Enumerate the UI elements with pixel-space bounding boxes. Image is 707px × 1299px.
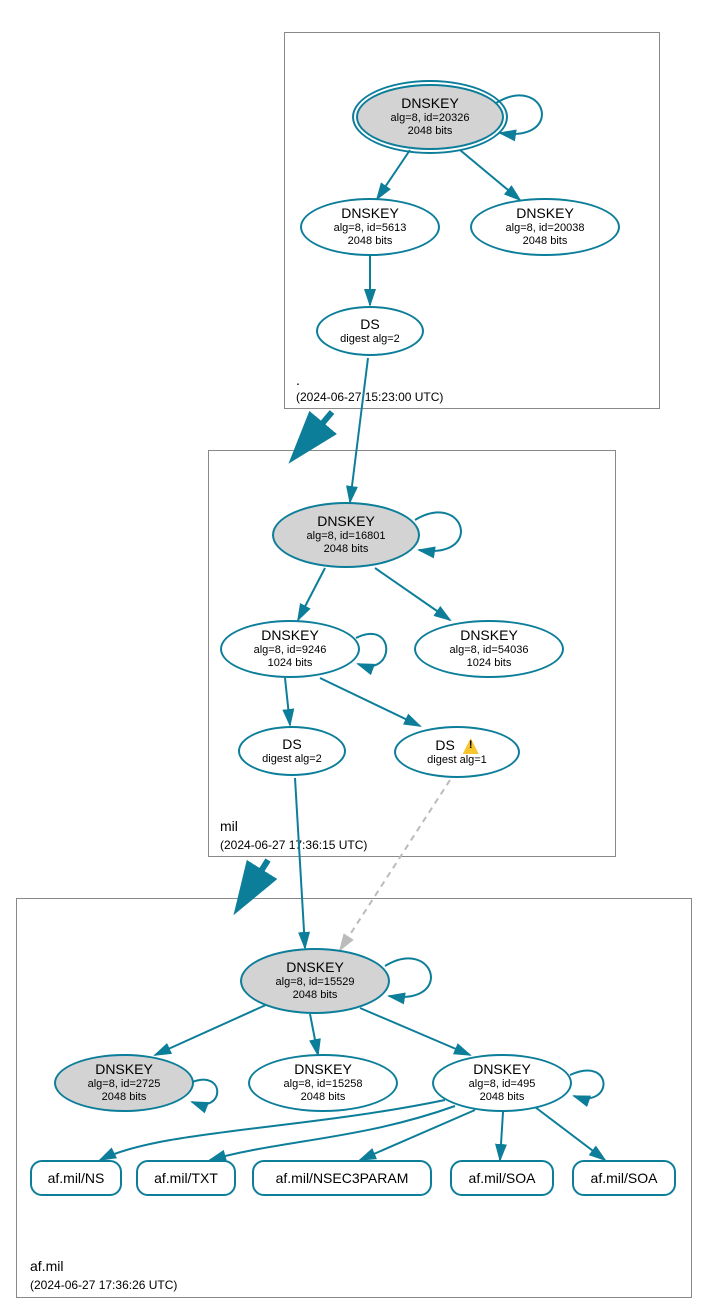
node-title: DNSKEY — [516, 205, 574, 222]
node-alg: alg=8, id=54036 — [450, 644, 529, 657]
node-title: DS — [360, 316, 379, 333]
node-bits: 2048 bits — [324, 543, 369, 556]
node-title: DS — [282, 736, 301, 753]
node-title: DNSKEY — [95, 1061, 153, 1078]
node-sub: digest alg=2 — [340, 333, 400, 346]
node-bits: 2048 bits — [523, 235, 568, 248]
node-rr-soa2: af.mil/SOA — [572, 1160, 676, 1196]
node-title: DNSKEY — [294, 1061, 352, 1078]
node-root-zsk1: DNSKEY alg=8, id=5613 2048 bits — [300, 198, 440, 256]
node-title: DS — [435, 737, 478, 754]
node-title: DNSKEY — [473, 1061, 531, 1078]
node-alg: alg=8, id=16801 — [307, 530, 386, 543]
node-alg: alg=8, id=9246 — [254, 644, 327, 657]
node-rr-ns: af.mil/NS — [30, 1160, 122, 1196]
node-rr-txt: af.mil/TXT — [136, 1160, 236, 1196]
node-af-k2: DNSKEY alg=8, id=2725 2048 bits — [54, 1054, 194, 1112]
node-bits: 1024 bits — [268, 657, 313, 670]
node-title: DNSKEY — [317, 513, 375, 530]
node-title: af.mil/SOA — [469, 1170, 536, 1187]
node-title: DNSKEY — [401, 95, 459, 112]
node-sub: digest alg=2 — [262, 753, 322, 766]
node-mil-ds2: DS digest alg=1 — [394, 726, 520, 778]
zone-mil-label: mil — [220, 818, 238, 834]
node-alg: alg=8, id=2725 — [88, 1078, 161, 1091]
zone-afmil-date: (2024-06-27 17:36:26 UTC) — [30, 1278, 177, 1292]
node-root-ksk: DNSKEY alg=8, id=20326 2048 bits — [356, 84, 504, 150]
node-rr-soa1: af.mil/SOA — [450, 1160, 554, 1196]
node-alg: alg=8, id=5613 — [334, 222, 407, 235]
node-alg: alg=8, id=20326 — [391, 112, 470, 125]
node-alg: alg=8, id=20038 — [506, 222, 585, 235]
node-title: DNSKEY — [286, 959, 344, 976]
node-bits: 2048 bits — [348, 235, 393, 248]
node-mil-zsk2: DNSKEY alg=8, id=54036 1024 bits — [414, 620, 564, 678]
warning-icon — [463, 738, 479, 754]
node-af-k4: DNSKEY alg=8, id=495 2048 bits — [432, 1054, 572, 1112]
node-alg: alg=8, id=15258 — [284, 1078, 363, 1091]
node-title: DNSKEY — [261, 627, 319, 644]
zone-afmil-label: af.mil — [30, 1258, 63, 1274]
node-title: af.mil/NSEC3PARAM — [276, 1170, 409, 1187]
node-af-k3: DNSKEY alg=8, id=15258 2048 bits — [248, 1054, 398, 1112]
node-alg: alg=8, id=495 — [469, 1078, 536, 1091]
node-bits: 2048 bits — [293, 989, 338, 1002]
node-bits: 2048 bits — [102, 1091, 147, 1104]
node-alg: alg=8, id=15529 — [276, 976, 355, 989]
node-sub: digest alg=1 — [427, 754, 487, 767]
zone-root-date: (2024-06-27 15:23:00 UTC) — [296, 390, 443, 404]
zone-mil-date: (2024-06-27 17:36:15 UTC) — [220, 838, 367, 852]
node-mil-ksk: DNSKEY alg=8, id=16801 2048 bits — [272, 502, 420, 568]
node-title: af.mil/NS — [48, 1170, 105, 1187]
node-bits: 2048 bits — [480, 1091, 525, 1104]
ds-label: DS — [435, 737, 454, 753]
node-rr-nsec: af.mil/NSEC3PARAM — [252, 1160, 432, 1196]
node-af-ksk: DNSKEY alg=8, id=15529 2048 bits — [240, 948, 390, 1014]
node-root-ds: DS digest alg=2 — [316, 306, 424, 356]
node-mil-ds1: DS digest alg=2 — [238, 726, 346, 776]
node-title: af.mil/SOA — [591, 1170, 658, 1187]
node-mil-zsk1: DNSKEY alg=8, id=9246 1024 bits — [220, 620, 360, 678]
node-title: af.mil/TXT — [154, 1170, 218, 1187]
node-title: DNSKEY — [341, 205, 399, 222]
node-bits: 2048 bits — [301, 1091, 346, 1104]
node-root-zsk2: DNSKEY alg=8, id=20038 2048 bits — [470, 198, 620, 256]
node-title: DNSKEY — [460, 627, 518, 644]
node-bits: 1024 bits — [467, 657, 512, 670]
zone-root-label: . — [296, 372, 300, 388]
node-bits: 2048 bits — [408, 125, 453, 138]
